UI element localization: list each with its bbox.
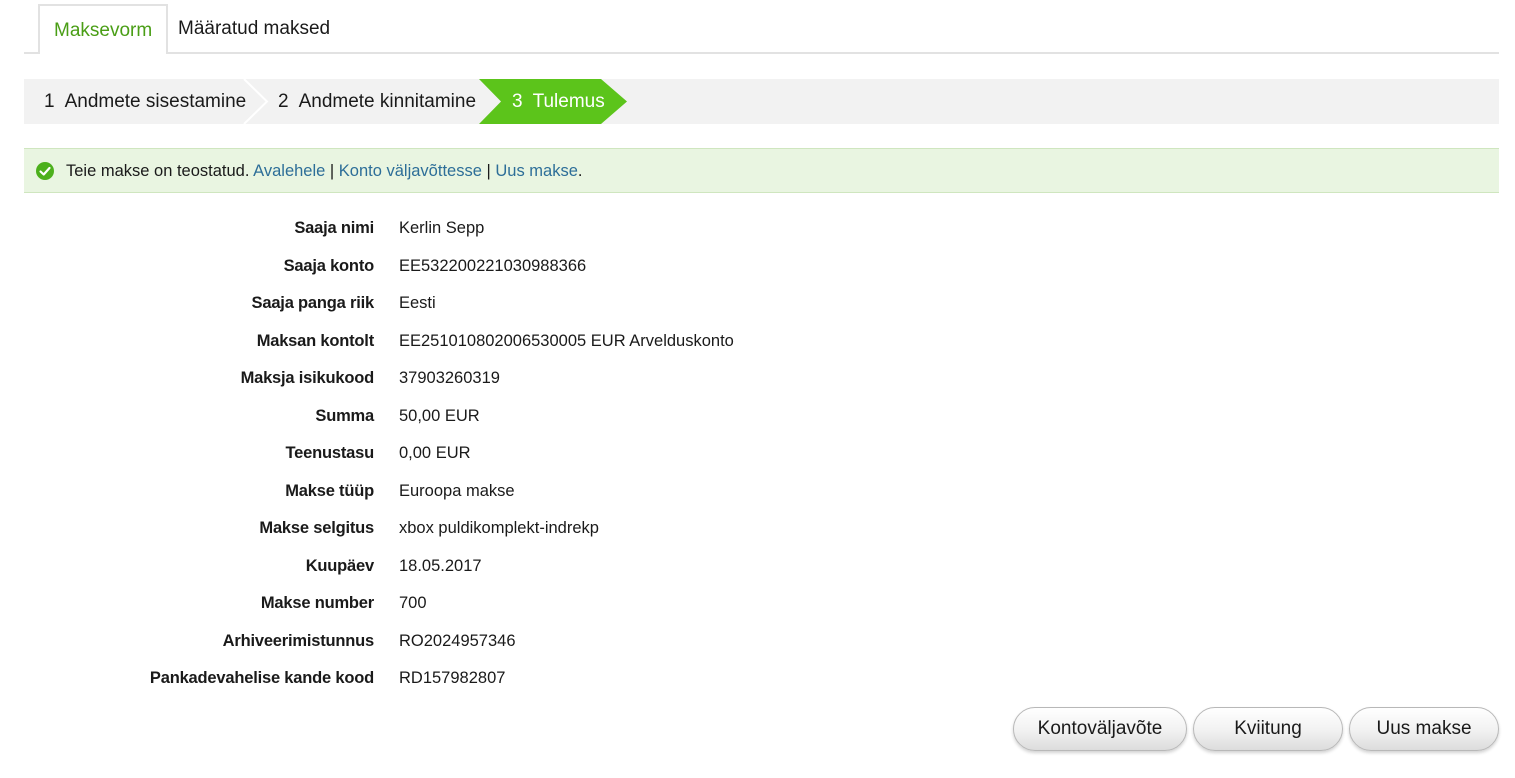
step-label: Andmete sisestamine <box>64 91 247 112</box>
detail-row: Arhiveerimistunnus RO2024957346 <box>0 623 1515 661</box>
detail-value: xbox puldikomplekt-indrekp <box>399 519 599 537</box>
detail-row: Pankadevahelise kande kood RD157982807 <box>0 660 1515 698</box>
detail-row: Maksan kontolt EE251010802006530005 EUR … <box>0 323 1515 361</box>
detail-row: Makse tüüp Euroopa makse <box>0 473 1515 511</box>
detail-row: Saaja nimi Kerlin Sepp <box>0 210 1515 248</box>
link-separator: | <box>486 162 491 180</box>
detail-row: Maksja isikukood 37903260319 <box>0 360 1515 398</box>
detail-value: 0,00 EUR <box>399 444 471 462</box>
tab-maksevorm[interactable]: Maksevorm <box>38 4 169 54</box>
detail-value: EE251010802006530005 EUR Arvelduskonto <box>399 331 734 350</box>
step-1: 1 Andmete sisestamine <box>44 79 246 124</box>
detail-value: Euroopa makse <box>399 481 515 500</box>
detail-label: Saaja nimi <box>294 219 374 237</box>
tab-bar: Maksevorm Määratud maksed <box>24 4 1499 54</box>
detail-label: Summa <box>315 406 374 425</box>
detail-label: Makse number <box>260 594 374 612</box>
detail-label: Teenustasu <box>285 444 375 462</box>
success-message: Teie makse on teostatud. Avalehele | Kon… <box>24 148 1499 193</box>
detail-value: 37903260319 <box>399 369 500 387</box>
detail-value: 18.05.2017 <box>399 556 482 575</box>
new-payment-button[interactable]: Uus makse <box>1349 707 1499 751</box>
payment-details: Saaja nimi Kerlin Sepp Saaja konto EE532… <box>0 210 1515 698</box>
check-circle-icon <box>36 162 54 180</box>
alert-message: Teie makse on teostatud. <box>66 162 250 180</box>
detail-label: Arhiveerimistunnus <box>222 631 375 650</box>
detail-row: Saaja panga riik Eesti <box>0 285 1515 323</box>
detail-value: RO2024957346 <box>399 631 516 650</box>
detail-row: Saaja konto EE532200221030988366 <box>0 248 1515 286</box>
detail-label: Makse selgitus <box>259 519 374 537</box>
receipt-button[interactable]: Kviitung <box>1193 707 1343 751</box>
step-number: 3 <box>512 91 523 112</box>
detail-label: Saaja konto <box>283 256 375 275</box>
wizard-steps: 1 Andmete sisestamine 2 Andmete kinnitamin… <box>24 79 1499 124</box>
statement-button[interactable]: Kontoväljavõte <box>1013 707 1187 751</box>
detail-row: Makse selgitus xbox puldikomplekt-indrek… <box>0 510 1515 548</box>
detail-row: Teenustasu 0,00 EUR <box>0 435 1515 473</box>
link-uus-makse[interactable]: Uus makse <box>495 162 578 180</box>
link-konto-valjavottesse[interactable]: Konto väljavõttesse <box>339 162 482 180</box>
detail-label: Maksan kontolt <box>256 331 375 350</box>
step-label: Tulemus <box>532 91 605 112</box>
link-avalehele[interactable]: Avalehele <box>253 162 325 180</box>
step-3: 3 Tulemus <box>512 79 605 124</box>
alert-text: Teie makse on teostatud. Avalehele | Kon… <box>66 149 583 193</box>
detail-value: Kerlin Sepp <box>399 219 485 237</box>
detail-value: 700 <box>399 594 427 612</box>
alert-end: . <box>577 162 583 180</box>
step-separator-icon <box>243 79 269 124</box>
detail-label: Saaja panga riik <box>251 294 375 312</box>
step-number: 2 <box>278 91 289 112</box>
detail-row: Summa 50,00 EUR <box>0 398 1515 436</box>
detail-label: Pankadevahelise kande kood <box>149 669 374 687</box>
detail-row: Kuupäev 18.05.2017 <box>0 548 1515 586</box>
detail-label: Maksja isikukood <box>240 369 375 387</box>
detail-value: EE532200221030988366 <box>399 256 587 275</box>
step-label: Andmete kinnitamine <box>298 91 477 112</box>
step-number: 1 <box>44 91 55 112</box>
tab-maaratud-maksed[interactable]: Määratud maksed <box>164 4 344 52</box>
link-separator: | <box>329 162 335 180</box>
detail-value: Eesti <box>399 294 436 312</box>
step-2: 2 Andmete kinnitamine <box>278 79 476 124</box>
detail-value: 50,00 EUR <box>399 406 480 425</box>
detail-row: Makse number 700 <box>0 585 1515 623</box>
detail-value: RD157982807 <box>399 669 506 687</box>
detail-label: Kuupäev <box>305 556 374 575</box>
detail-label: Makse tüüp <box>285 481 374 500</box>
